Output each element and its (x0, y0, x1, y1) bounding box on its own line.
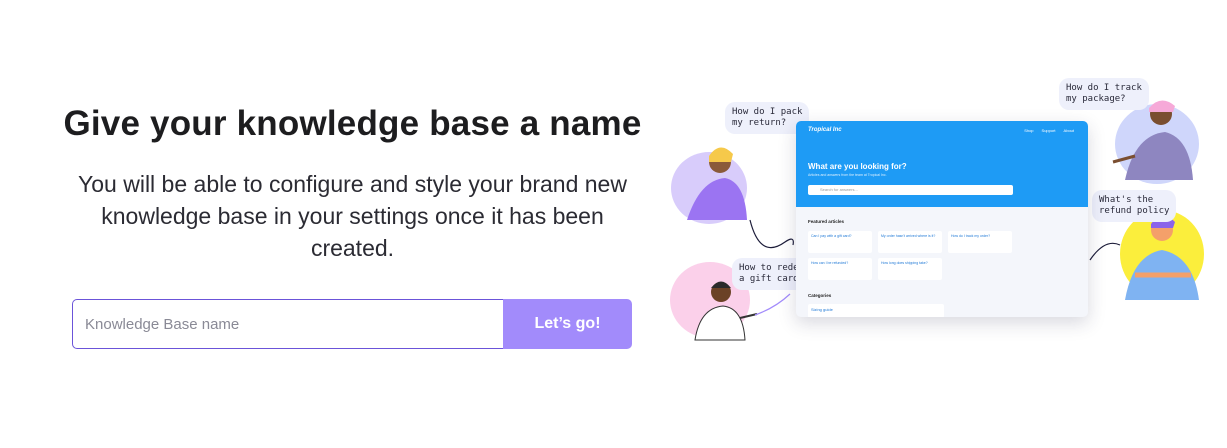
speech-bubble-track-package: How do I track my package? (1059, 78, 1149, 110)
kb-preview-hero: Tropical Inc Shop Support About What are… (796, 121, 1088, 207)
squiggle-left-bottom (754, 293, 791, 316)
kb-preview-hero-subtitle: Articles and answers from the team at Tr… (808, 173, 887, 177)
kb-preview-window: Tropical Inc Shop Support About What are… (796, 121, 1088, 317)
kb-preview-logo: Tropical Inc (808, 127, 842, 133)
kb-preview-featured-heading: Featured articles (808, 219, 845, 224)
kb-preview-nav: Shop Support About (1024, 128, 1074, 133)
intro-section: Give your knowledge base a name You will… (40, 100, 665, 264)
kb-preview-hero-title: What are you looking for? (808, 162, 907, 171)
page-description: You will be able to configure and style … (78, 171, 627, 261)
kb-preview-card: How can I be refunded? (808, 258, 872, 280)
lets-go-button[interactable]: Let’s go! (503, 299, 632, 349)
illustration: How do I pack my return? How do I track … (665, 70, 1210, 410)
kb-preview-nav-item: About (1063, 128, 1074, 133)
kb-preview-card: How long does shipping take? (878, 258, 942, 280)
kb-preview-search: Search for answers... (808, 185, 1013, 195)
page-title: Give your knowledge base a name (63, 104, 642, 143)
speech-bubble-refund-policy: What's the refund policy (1092, 190, 1177, 222)
squiggle-left (749, 219, 794, 248)
kb-preview-nav-item: Support (1041, 128, 1056, 133)
kb-preview-categories-heading: Categories (808, 293, 832, 298)
kb-name-form: Let’s go! (72, 299, 632, 349)
kb-preview-category-item: Sizing guide (808, 304, 944, 317)
kb-name-input[interactable] (72, 299, 503, 349)
kb-preview-nav-item: Shop (1024, 128, 1034, 133)
squiggle-right (1089, 242, 1121, 261)
kb-preview-card: Can I pay with a gift card? (808, 231, 872, 253)
kb-preview-card: My order hasn't arrived where is it? (878, 231, 942, 253)
kb-preview-card: How do I track my order? (948, 231, 1012, 253)
